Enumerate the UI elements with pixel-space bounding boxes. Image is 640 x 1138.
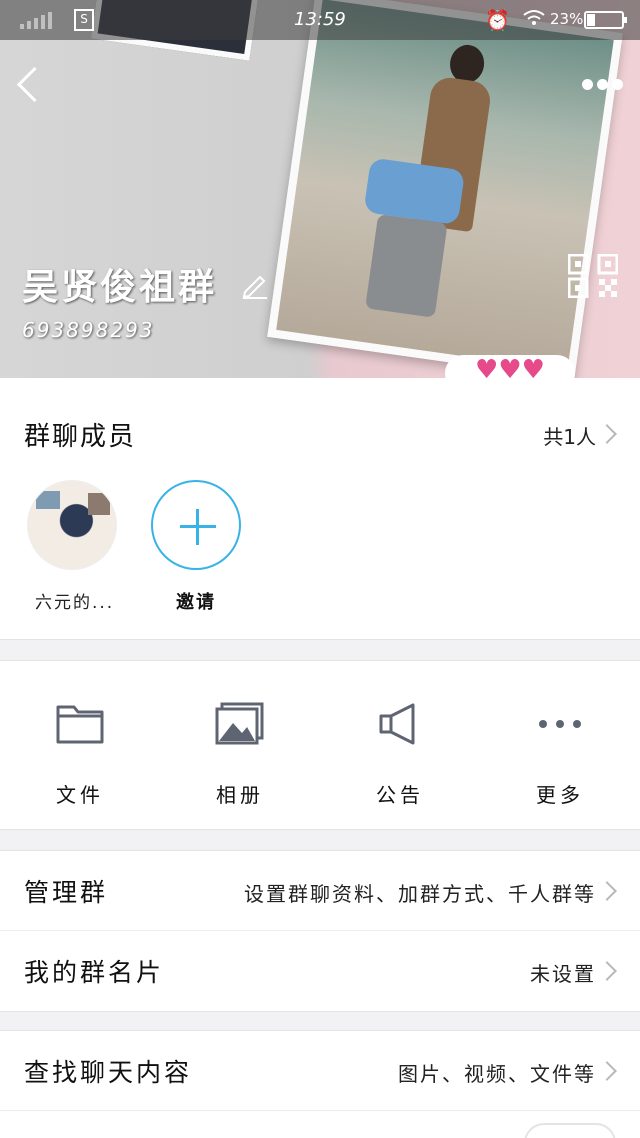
group-name: 吴贤俊祖群 (22, 266, 218, 308)
wifi-icon (522, 8, 546, 32)
announcement-icon (375, 701, 425, 747)
func-announcement[interactable]: 公告 (340, 701, 460, 808)
partial-toggle-row[interactable] (0, 1111, 640, 1138)
qr-code-icon[interactable] (567, 253, 619, 299)
plus-icon[interactable] (151, 480, 241, 570)
hearts-sticker: ♥♥♥ (445, 355, 575, 378)
member-item[interactable]: 六元的... (27, 480, 127, 613)
func-more[interactable]: 更多 (500, 701, 620, 808)
sim-icon: S (74, 9, 94, 31)
chevron-right-icon (597, 961, 617, 981)
func-album[interactable]: 相册 (180, 701, 300, 808)
manage-group-value: 设置群聊资料、加群方式、千人群等 (244, 882, 596, 906)
search-chat-title: 查找聊天内容 (24, 1058, 193, 1087)
my-group-card-title: 我的群名片 (24, 958, 165, 987)
chevron-right-icon (597, 1061, 617, 1081)
more-options-button[interactable] (578, 76, 628, 96)
battery-percent: 23% (550, 10, 584, 28)
chevron-right-icon (597, 881, 617, 901)
battery-level (587, 14, 595, 26)
more-dots-icon (535, 701, 585, 747)
battery-icon (584, 11, 627, 29)
manage-group-row[interactable]: 管理群 设置群聊资料、加群方式、千人群等 (0, 851, 640, 931)
settings-list: 管理群 设置群聊资料、加群方式、千人群等 我的群名片 未设置 (0, 850, 640, 1012)
cover-photo (267, 0, 623, 378)
member-count-link[interactable]: 共1人 (543, 421, 596, 450)
func-album-label: 相册 (216, 783, 264, 807)
avatar[interactable] (27, 480, 117, 570)
alarm-icon: ⏰ (485, 8, 510, 32)
edit-pencil-icon[interactable] (240, 270, 270, 300)
group-id: 693898293 (22, 318, 155, 342)
search-list: 查找聊天内容 图片、视频、文件等 (0, 1030, 640, 1138)
folder-icon (55, 701, 105, 747)
back-button[interactable] (12, 62, 52, 112)
members-section: 群聊成员 共1人 六元的... 邀请 (0, 378, 640, 640)
manage-group-title: 管理群 (24, 878, 109, 907)
search-chat-row[interactable]: 查找聊天内容 图片、视频、文件等 (0, 1031, 640, 1111)
my-group-card-row[interactable]: 我的群名片 未设置 (0, 931, 640, 1011)
member-name: 六元的... (35, 593, 115, 613)
my-group-card-value: 未设置 (530, 962, 596, 986)
status-time: 13:59 (294, 9, 346, 30)
func-files[interactable]: 文件 (20, 701, 140, 808)
status-bar: S 13:59 ⏰ 23% (0, 0, 640, 40)
search-chat-value: 图片、视频、文件等 (398, 1062, 596, 1086)
signal-icon (20, 11, 56, 29)
members-title: 群聊成员 (24, 422, 137, 452)
invite-label: 邀请 (176, 592, 216, 613)
func-files-label: 文件 (56, 783, 104, 807)
group-cover-header: ♥♥♥ S 13:59 ⏰ 23% 吴贤俊祖群 693898293 (0, 0, 640, 378)
invite-button[interactable]: 邀请 (151, 480, 251, 614)
func-announcement-label: 公告 (376, 783, 424, 807)
chevron-right-icon (597, 424, 617, 444)
group-functions: 文件 相册 公告 更多 (0, 660, 640, 830)
toggle-switch[interactable] (524, 1123, 616, 1138)
func-more-label: 更多 (536, 783, 584, 807)
album-icon (215, 701, 265, 747)
